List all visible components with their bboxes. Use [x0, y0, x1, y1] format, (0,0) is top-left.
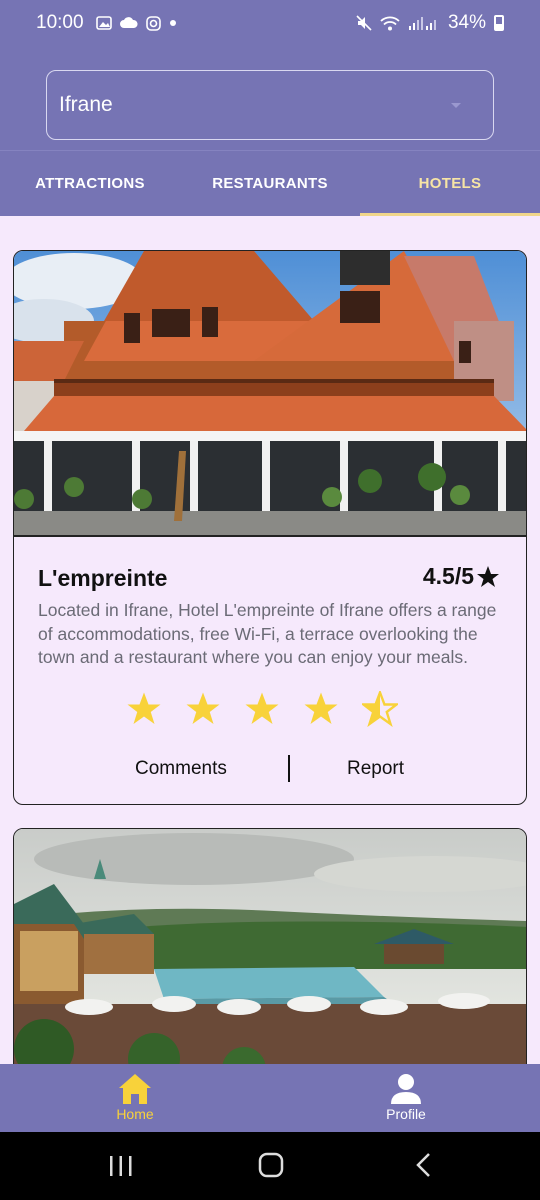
- cloud-icon: [119, 17, 138, 28]
- report-button[interactable]: Report: [347, 758, 404, 780]
- nav-home[interactable]: Home: [95, 1072, 175, 1122]
- battery-icon: [494, 15, 504, 31]
- wifi-icon: [380, 16, 400, 30]
- star-full-icon: [304, 692, 338, 724]
- hotel-rating: 4.5/5: [423, 563, 500, 590]
- home-icon: [119, 1074, 151, 1104]
- bottom-navigation: Home Profile: [0, 1064, 540, 1132]
- profile-icon: [391, 1074, 421, 1104]
- hotel-rating-text: 4.5/5: [422, 563, 474, 589]
- hotel-photo: [14, 829, 526, 1087]
- hotel-card[interactable]: L'empreinte 4.5/5 Located in Ifrane, Hot…: [13, 250, 527, 805]
- actions-divider: [288, 755, 290, 782]
- instagram-icon: [145, 15, 161, 31]
- tab-hotels[interactable]: HOTELS: [360, 151, 540, 216]
- nav-home-label: Home: [116, 1106, 154, 1122]
- star-half-icon: [362, 691, 398, 727]
- rating-stars: [126, 691, 398, 727]
- tab-restaurants[interactable]: RESTAURANTS: [180, 151, 360, 216]
- hotel-photo: [14, 251, 526, 535]
- city-dropdown-value: Ifrane: [59, 93, 113, 116]
- status-time: 10:00: [36, 12, 84, 33]
- nav-profile-label: Profile: [386, 1106, 426, 1122]
- category-tabs: ATTRACTIONS RESTAURANTS HOTELS: [0, 150, 540, 216]
- status-bar: 10:00 34%: [0, 0, 540, 46]
- hotel-name: L'empreinte: [38, 565, 168, 591]
- app-header: Ifrane: [0, 46, 540, 150]
- nav-profile[interactable]: Profile: [366, 1072, 446, 1122]
- comments-button[interactable]: Comments: [135, 758, 227, 780]
- star-icon: [477, 565, 499, 587]
- gallery-icon: [95, 16, 112, 30]
- star-full-icon: [186, 692, 220, 724]
- system-navigation-bar: [0, 1132, 540, 1200]
- signal-icon: [408, 16, 436, 30]
- hotel-description: Located in Ifrane, Hotel L'empreinte of …: [38, 600, 497, 667]
- back-icon[interactable]: [414, 1152, 432, 1178]
- star-full-icon: [245, 692, 279, 724]
- battery-percent: 34%: [447, 12, 486, 33]
- tab-attractions[interactable]: ATTRACTIONS: [0, 151, 180, 216]
- city-dropdown[interactable]: Ifrane: [46, 70, 494, 140]
- mute-icon: [356, 15, 372, 31]
- card-actions: Comments Report: [14, 751, 526, 787]
- home-button-icon[interactable]: [258, 1152, 284, 1178]
- hotel-card[interactable]: [13, 828, 527, 1088]
- chevron-down-icon: [451, 102, 461, 108]
- dot-icon: [169, 20, 176, 26]
- star-full-icon: [127, 692, 161, 724]
- recent-apps-icon[interactable]: [108, 1154, 134, 1178]
